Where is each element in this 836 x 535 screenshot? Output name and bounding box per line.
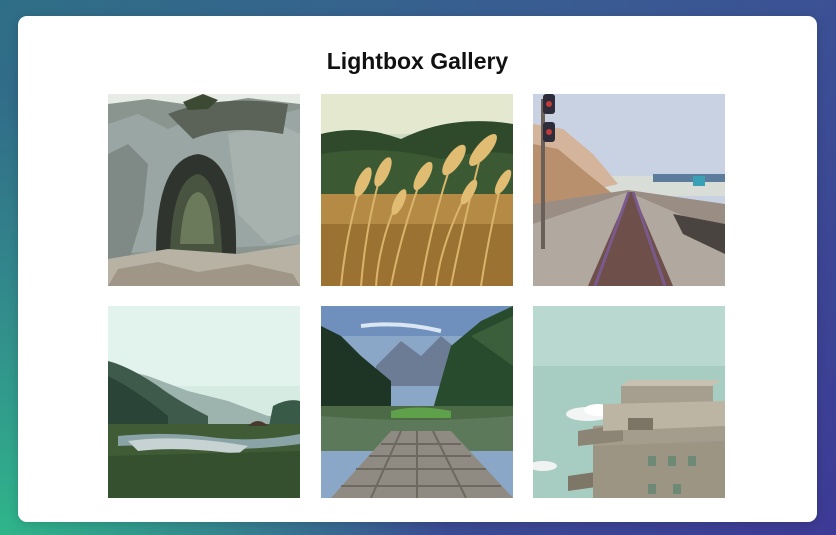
gallery-thumbnail-2[interactable] [321, 94, 513, 286]
lake-pier-icon [321, 306, 513, 498]
gallery-thumbnail-4[interactable] [108, 306, 300, 498]
gallery-thumbnail-1[interactable] [108, 94, 300, 286]
page-title: Lightbox Gallery [326, 48, 509, 74]
bunker-building-icon [533, 306, 725, 498]
railway-track-icon [533, 94, 725, 286]
rock-arch-icon [108, 94, 300, 286]
gallery-card: Lightbox Gallery [18, 16, 817, 522]
wheat-field-icon [321, 94, 513, 286]
gallery-thumbnail-6[interactable] [533, 306, 725, 498]
misty-valley-icon [108, 306, 300, 498]
gallery-thumbnail-3[interactable] [533, 94, 725, 286]
gallery-thumbnail-5[interactable] [321, 306, 513, 498]
